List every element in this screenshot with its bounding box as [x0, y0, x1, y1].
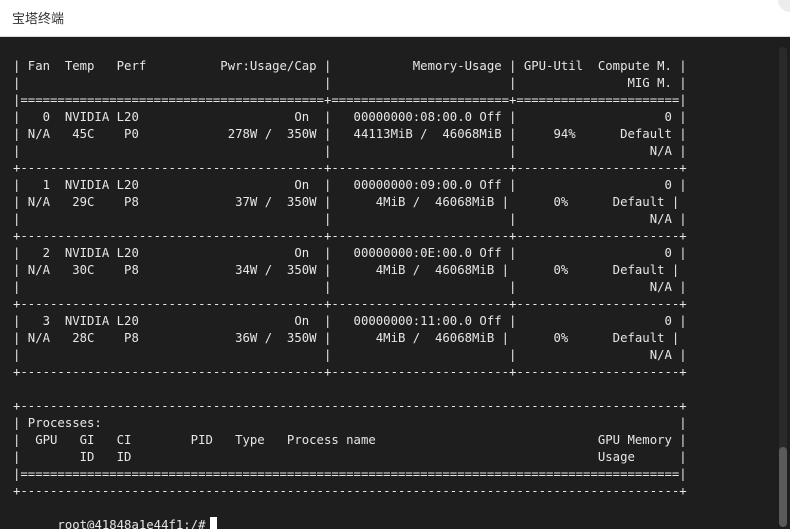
terminal-line: +---------------------------------------…: [13, 365, 687, 379]
terminal-line: +---------------------------------------…: [13, 297, 687, 311]
terminal-output[interactable]: | Fan Temp Perf Pwr:Usage/Cap | Memory-U…: [0, 37, 776, 529]
terminal-line: +---------------------------------------…: [13, 399, 687, 413]
terminal-line: | Fan Temp Perf Pwr:Usage/Cap | Memory-U…: [13, 59, 687, 73]
scrollbar[interactable]: [779, 47, 787, 527]
terminal-line: |=======================================…: [13, 467, 687, 481]
terminal-line: | | | MIG M. |: [13, 76, 687, 90]
shell-prompt: root@41848a1e44f1:/#: [57, 518, 206, 529]
text-cursor: [209, 517, 217, 529]
terminal-line: | N/A 29C P8 37W / 350W | 4MiB / 46068Mi…: [13, 195, 680, 209]
terminal-line: | GPU GI CI PID Type Process name GPU Me…: [13, 433, 687, 447]
terminal-window: 宝塔终端 | Fan Temp Perf Pwr:Usage/Cap | Mem…: [0, 0, 790, 529]
terminal-line: +---------------------------------------…: [13, 484, 687, 498]
terminal-line: | | | N/A |: [13, 212, 687, 226]
prompt-line[interactable]: root@41848a1e44f1:/#: [13, 500, 217, 529]
terminal-line: +---------------------------------------…: [13, 229, 687, 243]
window-corner: [778, 0, 790, 12]
window-title: 宝塔终端: [12, 12, 65, 27]
terminal-line: | ID ID Usage |: [13, 450, 687, 464]
terminal-line: | 0 NVIDIA L20 On | 00000000:08:00.0 Off…: [13, 110, 687, 124]
terminal-line: +---------------------------------------…: [13, 161, 687, 175]
terminal-line: | 1 NVIDIA L20 On | 00000000:09:00.0 Off…: [13, 178, 687, 192]
terminal-line: | N/A 28C P8 36W / 350W | 4MiB / 46068Mi…: [13, 331, 680, 345]
terminal-line: | Processes: |: [13, 416, 687, 430]
terminal-line: | 2 NVIDIA L20 On | 00000000:0E:00.0 Off…: [13, 246, 687, 260]
terminal-line: | N/A 30C P8 34W / 350W | 4MiB / 46068Mi…: [13, 263, 680, 277]
scrollbar-thumb[interactable]: [779, 447, 787, 527]
terminal-line: | 3 NVIDIA L20 On | 00000000:11:00.0 Off…: [13, 314, 687, 328]
title-bar: 宝塔终端: [0, 0, 790, 37]
terminal-line: | N/A 45C P0 278W / 350W | 44113MiB / 46…: [13, 127, 687, 141]
terminal-line: |=======================================…: [13, 93, 687, 107]
terminal-line: | | | N/A |: [13, 144, 687, 158]
terminal-line: | | | N/A |: [13, 280, 687, 294]
terminal-line: | | | N/A |: [13, 348, 687, 362]
